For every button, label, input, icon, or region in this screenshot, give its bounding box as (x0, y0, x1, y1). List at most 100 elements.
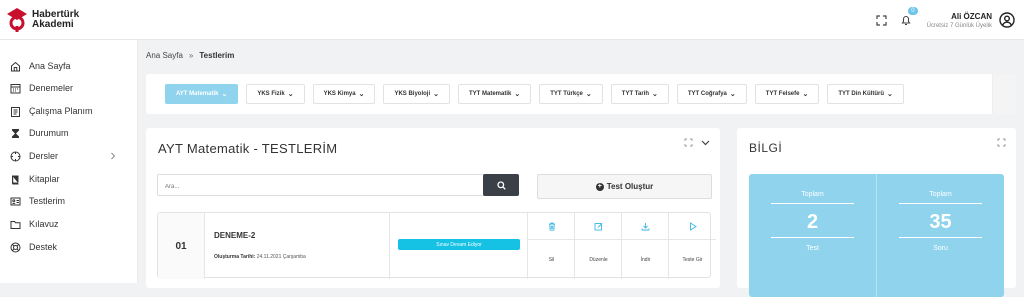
expand-icon[interactable] (997, 138, 1006, 147)
row-number: 01 (158, 213, 205, 279)
chevron-down-icon: ⌄ (652, 91, 658, 98)
stat-divider (899, 203, 982, 204)
stat-divider (771, 237, 854, 238)
chevron-down-icon: ⌄ (802, 91, 809, 98)
sidebar-item-label: Denemeler (29, 83, 74, 93)
edit-button[interactable]: Düzenle (574, 213, 622, 279)
sidebar-item-kitaplar[interactable]: Kitaplar (10, 171, 130, 187)
status-badge: Sınav Devam Ediyor (398, 239, 520, 250)
search-input[interactable] (158, 177, 478, 197)
tab-tyt-tarih[interactable]: TYT Tarih ⌄ (610, 84, 669, 104)
play-icon-cell (669, 213, 716, 240)
download-label: İndir (640, 256, 651, 263)
sidebar: Ana Sayfa Denemeler Çalışma Planım Durum… (0, 40, 138, 283)
user-avatar-icon[interactable] (998, 11, 1016, 29)
stats-box: Toplam 2 Test Toplam 35 Soru (749, 174, 1004, 297)
stat-test-count: Toplam 2 Test (749, 174, 876, 297)
stat-bottom-label: Soru (933, 245, 948, 252)
play-icon (689, 221, 697, 231)
tab-yks-biyoloji[interactable]: YKS Biyoloji ⌄ (383, 84, 450, 104)
date-label: Oluşturma Tarihi: (214, 254, 256, 260)
stat-top-label: Toplam (929, 191, 952, 198)
tab-tyt-din-kulturu[interactable]: TYT Din Kültürü ⌄ (827, 84, 904, 104)
top-bar: Habertürk Akademi 0 Ali ÖZCAN Ücretsiz 7… (0, 0, 1024, 40)
sidebar-item-label: Çalışma Planım (29, 106, 93, 116)
search-icon (496, 180, 506, 190)
chevron-right-icon (111, 152, 116, 160)
info-card-title: BİLGİ (749, 141, 783, 155)
enter-test-label: Teste Gir (682, 256, 703, 263)
sidebar-item-ana-sayfa[interactable]: Ana Sayfa (10, 58, 130, 74)
stat-bottom-label: Test (806, 245, 819, 252)
tab-label: TYT Din Kültürü (838, 91, 885, 97)
breadcrumb: Ana Sayfa » Testlerim (146, 51, 234, 60)
expand-icon[interactable] (684, 138, 693, 147)
chevron-down-icon: ⌄ (433, 91, 439, 98)
trash-icon (548, 222, 555, 231)
search-box (157, 174, 507, 197)
tab-yks-kimya[interactable]: YKS Kimya ⌄ (312, 84, 376, 104)
download-icon (641, 222, 650, 230)
sidebar-item-testlerim[interactable]: Testlerim (10, 193, 130, 209)
sidebar-item-label: Destek (29, 242, 58, 252)
chevron-down-icon: ⌄ (887, 91, 893, 98)
fullscreen-icon[interactable] (873, 11, 891, 29)
tests-card-title: AYT Matematik - TESTLERİM (158, 141, 338, 156)
user-plan: Ücretsiz 7 Günlük Üyelik (926, 22, 992, 29)
status-cell: Sınav Devam Ediyor (389, 213, 527, 279)
tab-label: YKS Biyoloji (394, 91, 431, 97)
enter-test-button[interactable]: Teste Gir (668, 213, 716, 279)
tab-label: TYT Türkçe (550, 91, 583, 97)
tab-tyt-turkce[interactable]: TYT Türkçe ⌄ (539, 84, 603, 104)
date-value: 24.11.2021 Çarşamba (256, 254, 306, 260)
brand-name: Habertürk Akademi (32, 10, 79, 30)
tab-tyt-cografya[interactable]: TYT Coğrafya ⌄ (676, 84, 747, 104)
info-card-tools (997, 138, 1006, 147)
stat-value: 35 (929, 211, 952, 233)
user-name: Ali ÖZCAN (951, 11, 992, 21)
tab-label: YKS Fizik (257, 91, 285, 97)
chevron-down-icon: ⌄ (221, 91, 228, 98)
create-test-button[interactable]: + Test Oluştur (537, 174, 712, 199)
sidebar-item-label: Kılavuz (29, 219, 59, 229)
search-button[interactable] (483, 174, 519, 196)
stat-question-count: Toplam 35 Soru (876, 174, 1004, 297)
edit-icon-cell (575, 213, 622, 240)
chevron-down-icon: ⌄ (358, 91, 365, 98)
breadcrumb-home[interactable]: Ana Sayfa (146, 51, 183, 60)
tab-label: TYT Tarih (621, 91, 650, 97)
tab-label: YKS Kimya (323, 91, 356, 97)
tab-tyt-matematik[interactable]: TYT Matematik ⌄ (458, 84, 532, 104)
test-date: Oluşturma Tarihi: 24.11.2021 Çarşamba (214, 254, 306, 260)
tabs-scrollbar[interactable] (992, 74, 1016, 114)
brand-logo-icon (7, 8, 27, 32)
sidebar-item-destek[interactable]: Destek (10, 239, 130, 255)
bell-icon[interactable]: 0 (897, 7, 918, 29)
sidebar-item-calisma-planim[interactable]: Çalışma Planım (10, 103, 130, 119)
info-card: BİLGİ Toplam 2 Test Toplam 35 Soru (737, 128, 1016, 297)
compass-icon (10, 151, 21, 161)
stat-value: 2 (806, 211, 819, 233)
folder-icon (10, 220, 21, 229)
delete-button[interactable]: Sil (527, 213, 575, 279)
brand-logo[interactable]: Habertürk Akademi (6, 6, 79, 34)
user-info[interactable]: Ali ÖZCAN Ücretsiz 7 Günlük Üyelik (927, 12, 992, 29)
tab-label: TYT Matematik (469, 91, 512, 97)
sidebar-item-kilavuz[interactable]: Kılavuz (10, 216, 130, 232)
chevron-down-icon: ⌄ (585, 91, 592, 98)
sidebar-item-durumum[interactable]: Durumum (10, 125, 130, 141)
notification-badge: 0 (908, 7, 918, 15)
hourglass-icon (12, 128, 19, 138)
sidebar-item-label: Testlerim (29, 196, 66, 206)
tab-tyt-felsefe[interactable]: TYT Felsefe ⌄ (754, 84, 820, 104)
subject-tabs-panel: AYT Matematik ⌄ YKS Fizik ⌄ YKS Kimya ⌄ YKS… (146, 74, 1016, 114)
clipboard-icon (11, 106, 20, 117)
tab-yks-fizik[interactable]: YKS Fizik ⌄ (246, 84, 305, 104)
sidebar-item-dersler[interactable]: Dersler (10, 148, 130, 164)
download-icon-cell (622, 213, 669, 240)
tab-ayt-matematik[interactable]: AYT Matematik ⌄ (165, 84, 239, 104)
download-button[interactable]: İndir (621, 213, 669, 279)
edit-icon (594, 222, 603, 230)
sidebar-item-denemeler[interactable]: Denemeler (10, 80, 130, 96)
collapse-chevron-icon[interactable] (701, 140, 710, 146)
